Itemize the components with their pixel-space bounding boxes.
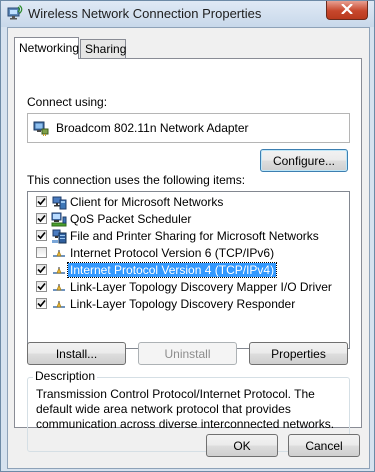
list-item[interactable]: Link-Layer Topology Discovery Mapper I/O… [28,279,349,296]
tab-sharing-label: Sharing [85,42,127,56]
item-checkbox[interactable] [36,264,47,275]
item-checkbox[interactable] [36,230,47,241]
network-adapter-icon [33,120,49,136]
item-label: Internet Protocol Version 6 (TCP/IPv6) [70,246,275,260]
list-item[interactable]: Client for Microsoft Networks [28,194,349,211]
tab-sharing[interactable]: Sharing [80,39,126,58]
adapter-field: Broadcom 802.11n Network Adapter [27,113,350,143]
protocol-icon [51,262,67,278]
item-label: QoS Packet Scheduler [70,212,192,226]
close-button[interactable] [326,1,368,20]
window-title: Wireless Network Connection Properties [28,6,262,21]
description-text: Transmission Control Protocol/Internet P… [36,387,335,431]
tab-networking[interactable]: Networking [14,37,79,59]
item-label: Link-Layer Topology Discovery Mapper I/O… [70,280,332,294]
list-item[interactable]: QoS Packet Scheduler [28,211,349,228]
dialog-body: Networking Sharing Connect using: Broadc… [7,27,370,469]
item-checkbox[interactable] [36,247,47,258]
close-x-icon [341,3,353,17]
item-checkbox[interactable] [36,298,47,309]
list-item[interactable]: File and Printer Sharing for Microsoft N… [28,228,349,245]
ok-button[interactable]: OK [206,434,278,457]
adapter-name: Broadcom 802.11n Network Adapter [56,121,249,135]
items-section-label: This connection uses the following items… [27,173,246,187]
protocol-icon [51,245,67,261]
title-bar[interactable]: Wireless Network Connection Properties [1,1,374,27]
uninstall-button[interactable]: Uninstall [138,342,237,365]
protocol-icon [51,279,67,295]
cancel-button[interactable]: Cancel [288,434,360,457]
file-printer-sharing-icon [51,228,67,244]
tab-networking-label: Networking [19,41,80,55]
item-checkbox[interactable] [36,281,47,292]
item-checkbox[interactable] [36,213,47,224]
connect-using-label: Connect using: [27,95,108,109]
properties-dialog: Wireless Network Connection Properties N… [0,0,375,472]
item-label: File and Printer Sharing for Microsoft N… [70,229,319,243]
protocol-icon [51,296,67,312]
network-client-icon [51,194,67,210]
list-item[interactable]: Link-Layer Topology Discovery Responder [28,296,349,313]
list-item[interactable]: Internet Protocol Version 4 (TCP/IPv4) [28,262,349,279]
configure-button[interactable]: Configure... [260,149,348,172]
description-title: Description [33,369,98,383]
properties-button[interactable]: Properties [249,342,348,365]
qos-scheduler-icon [51,211,67,227]
install-button[interactable]: Install... [27,342,126,365]
item-label: Link-Layer Topology Discovery Responder [70,297,296,311]
list-item[interactable]: Internet Protocol Version 6 (TCP/IPv6) [28,245,349,262]
item-label: Client for Microsoft Networks [70,195,224,209]
wireless-network-icon [7,5,23,21]
networking-panel: Connect using: Broadcom 802.11n Network … [14,58,362,452]
connection-items-list[interactable]: Client for Microsoft Networks QoS Packet… [27,191,350,349]
item-checkbox[interactable] [36,196,47,207]
item-label-selected: Internet Protocol Version 4 (TCP/IPv4) [66,262,278,278]
